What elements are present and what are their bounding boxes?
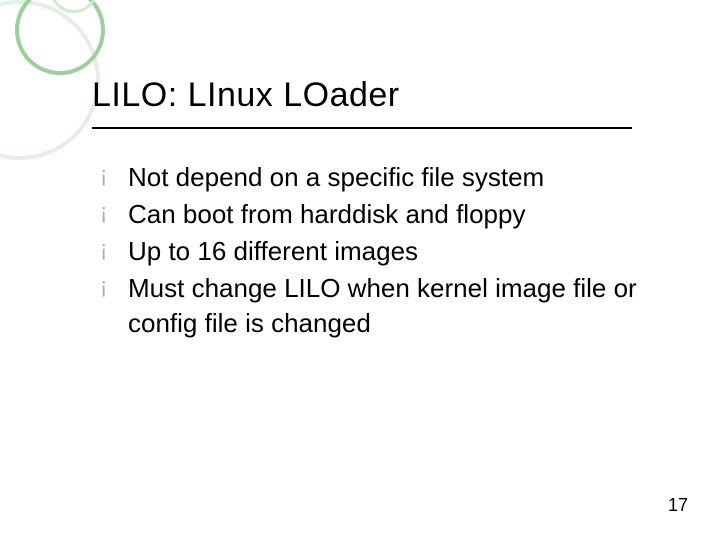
ring-icon [0, 0, 100, 160]
slide-title: LILO: LInux LOader [92, 76, 660, 115]
title-block: LILO: LInux LOader [92, 76, 660, 129]
slide-body: Not depend on a specific file system Can… [100, 160, 660, 343]
list-item: Must change LILO when kernel image file … [100, 271, 660, 341]
page-number: 17 [668, 495, 688, 516]
ring-icon [15, 0, 105, 75]
slide: LILO: LInux LOader Not depend on a speci… [0, 0, 720, 540]
ring-icon [50, 0, 98, 13]
title-underline [92, 127, 632, 129]
bullet-list: Not depend on a specific file system Can… [100, 160, 660, 341]
list-item: Can boot from harddisk and floppy [100, 197, 660, 232]
list-item: Up to 16 different images [100, 234, 660, 269]
list-item: Not depend on a specific file system [100, 160, 660, 195]
